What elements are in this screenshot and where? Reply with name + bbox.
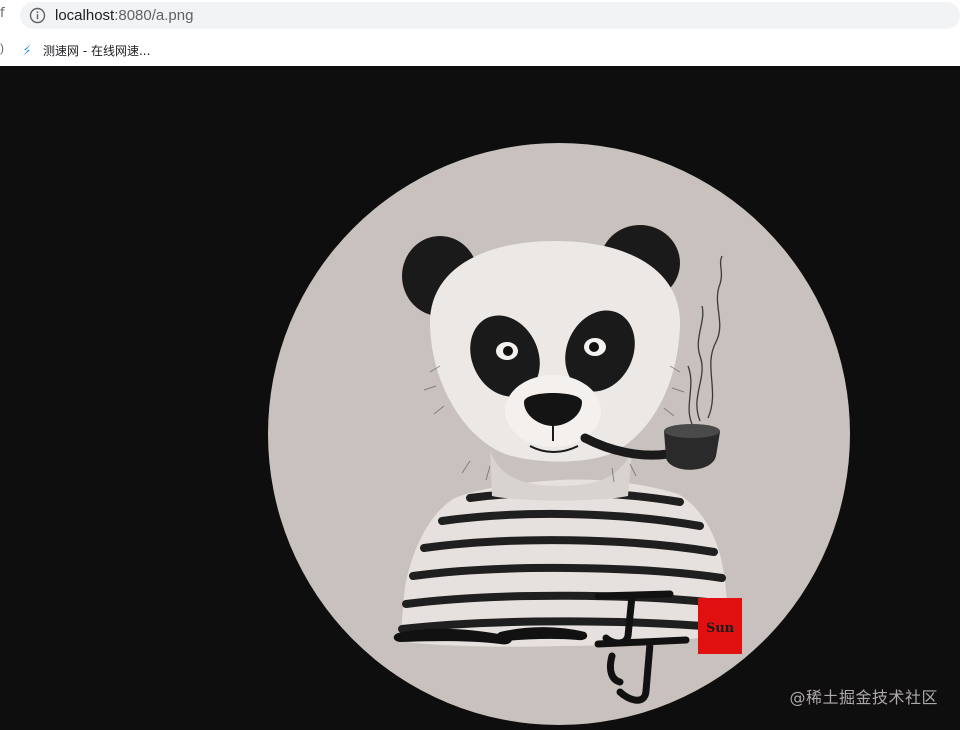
bookmark-label: 测速网 - 在线网速... [43,43,151,58]
partial-glyph: ) [0,41,4,55]
bookmark-item[interactable]: 测速网 - 在线网速... [19,39,150,61]
info-icon[interactable] [29,7,46,24]
url-text[interactable]: localhost:8080/a.png [55,6,193,25]
url-host: localhost [55,7,115,24]
seal-stamp: Sun [698,598,742,654]
address-bar: f localhost:8080/a.png [0,0,960,33]
s-logo-icon [23,44,31,56]
watermark: @稀土掘金技术社区 [789,688,938,707]
bookmarks-bar: ) 测速网 - 在线网速... [0,33,960,66]
seal-text: Sun [706,621,735,636]
omnibox[interactable]: localhost:8080/a.png [20,2,960,29]
image-viewport: Sun @稀土掘金技术社区 [0,66,960,730]
url-path: :8080/a.png [114,7,194,24]
panda-avatar-image: Sun [268,143,850,725]
partial-glyph: f [0,6,5,21]
